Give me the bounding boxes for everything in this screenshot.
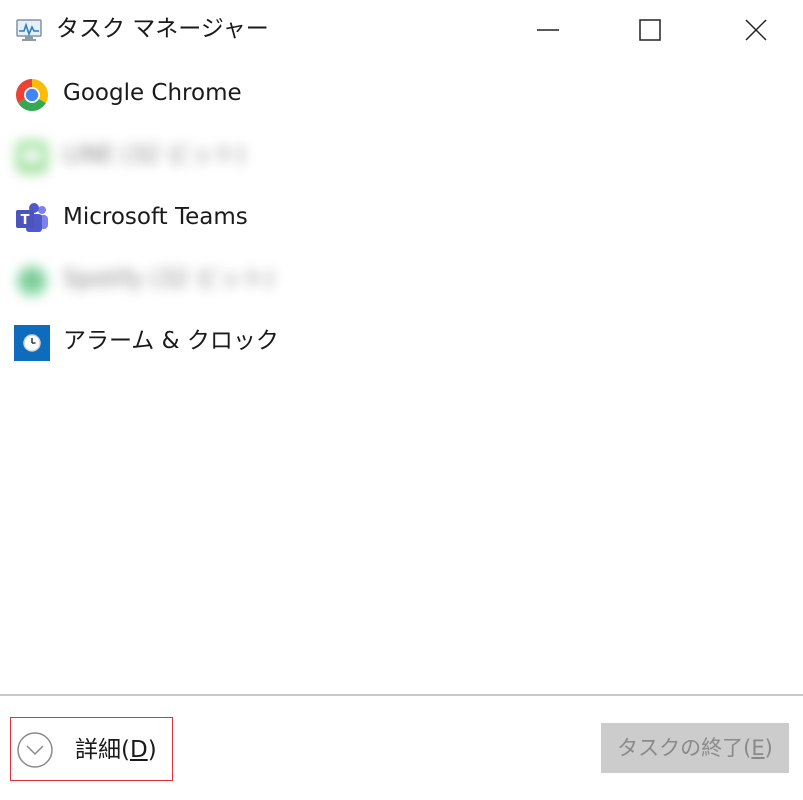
alarm-clock-icon: [14, 325, 50, 361]
teams-icon: T: [14, 201, 50, 237]
details-label: 詳細(D): [75, 737, 157, 763]
process-list: Google Chrome LINE (32 ビット) T Microsoft …: [0, 62, 803, 372]
process-label: Spotify (32 ビット): [63, 266, 274, 292]
process-label: アラーム & クロック: [63, 328, 279, 354]
details-toggle-button[interactable]: 詳細(D): [10, 717, 173, 781]
process-label: Google Chrome: [63, 80, 242, 106]
process-label: Microsoft Teams: [63, 204, 248, 230]
minimize-button[interactable]: [508, 0, 588, 60]
footer-divider: [0, 694, 803, 696]
maximize-button[interactable]: [610, 0, 690, 60]
process-row-chrome[interactable]: Google Chrome: [0, 62, 803, 124]
svg-text:T: T: [21, 213, 30, 228]
task-manager-icon: [16, 18, 46, 42]
process-row-teams[interactable]: T Microsoft Teams: [0, 186, 803, 248]
line-icon: [14, 139, 50, 175]
close-button[interactable]: [716, 0, 796, 60]
title-bar[interactable]: タスク マネージャー: [0, 0, 803, 60]
spotify-icon: [14, 263, 50, 299]
minimize-icon: [537, 29, 559, 31]
chrome-icon: [14, 77, 50, 113]
process-row-line[interactable]: LINE (32 ビット): [0, 124, 803, 186]
task-manager-window: タスク マネージャー Google Chrome LINE (32 ビット) T…: [0, 0, 803, 800]
chevron-down-icon: [16, 731, 54, 769]
process-row-alarm-clock[interactable]: アラーム & クロック: [0, 310, 803, 372]
maximize-icon: [639, 19, 661, 41]
close-icon: [745, 19, 767, 41]
end-task-button[interactable]: タスクの終了(E): [601, 723, 789, 773]
window-title: タスク マネージャー: [56, 16, 269, 42]
process-label: LINE (32 ビット): [63, 142, 246, 168]
process-row-spotify[interactable]: Spotify (32 ビット): [0, 248, 803, 310]
